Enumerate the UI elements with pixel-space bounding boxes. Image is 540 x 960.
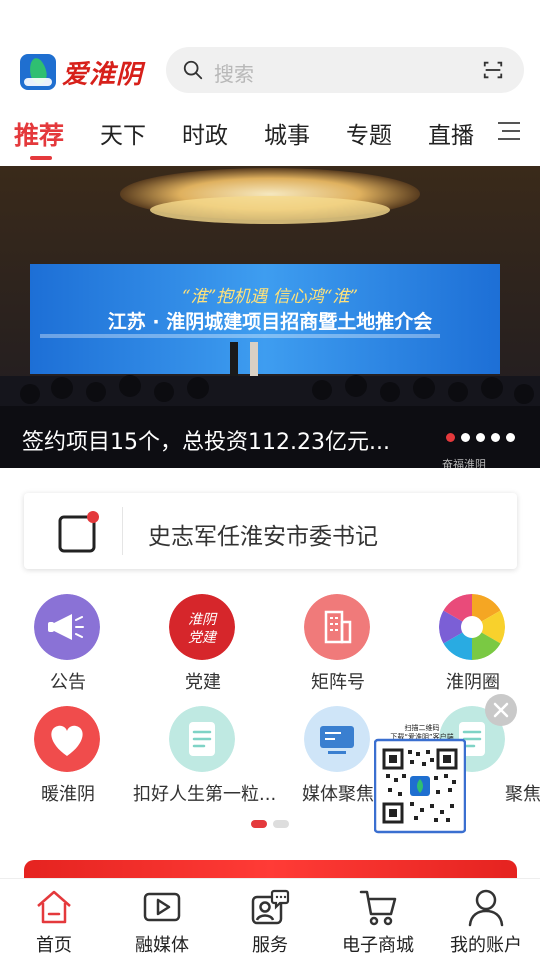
tab-city[interactable]: 城事 [264,116,310,150]
svg-text:党建: 党建 [188,630,218,646]
grid-page-dot[interactable] [273,820,289,828]
tab-live[interactable]: 直播 [428,116,474,150]
grid-label: 扣好人生第一粒... [133,784,277,805]
cart-icon [359,890,397,926]
nav-service[interactable]: 服务 [216,879,324,960]
tab-politics[interactable]: 时政 [182,116,228,150]
grid-item-warm[interactable]: 暖淮阴 [0,706,138,806]
grid-label: 公告 [50,672,86,693]
tab-active-indicator [30,156,52,160]
menu-icon[interactable] [496,120,522,142]
nav-label: 我的账户 [450,935,522,956]
notification-icon [58,511,99,553]
nav-home[interactable]: 首页 [0,879,108,960]
notice-headline: 史志军任淮安市委书记 [148,524,378,550]
aperture-icon [439,594,505,660]
tab-special[interactable]: 专题 [346,116,392,150]
grid-label: 党建 [185,672,221,693]
headline-notice-card[interactable]: 史志军任淮安市委书记 [24,493,517,569]
document-icon [169,706,235,772]
app-logo[interactable]: 爱淮阴 [20,52,150,92]
tab-recommend[interactable]: 推荐 [14,116,64,152]
nav-label: 首页 [36,935,72,956]
banner-dot[interactable] [491,433,500,442]
banner-dot[interactable] [476,433,485,442]
category-tabs: 推荐 天下 时政 城事 专题 直播 [0,112,540,162]
banner-dot[interactable] [506,433,515,442]
banner-watermark: 奋福淮阴 [442,458,486,468]
scan-icon[interactable] [482,59,504,81]
building-icon [304,594,370,660]
megaphone-icon [34,594,100,660]
service-chat-icon [251,889,290,925]
grid-item-first-button[interactable]: 扣好人生第一粒... [133,706,277,806]
app-header: 爱淮阴 搜索 [0,44,540,96]
banner-photo: “淮”抱机遇 信心鸿“淮” 江苏 · 淮阴城建项目招商暨土地推介会 [0,166,540,468]
grid-page-dot[interactable] [251,820,267,828]
bottom-navigation: 首页 融媒体 服务 电子商城 我的账户 [0,878,540,960]
grid-item-circle[interactable]: 淮阴圈 [403,594,540,694]
nav-label: 融媒体 [135,935,189,956]
logo-text: 爱淮阴 [62,59,144,90]
close-button[interactable] [485,694,517,726]
banner-pagination [446,433,515,442]
grid-item-matrix[interactable]: 矩阵号 [268,594,408,694]
search-icon [183,60,203,80]
monitor-icon [304,706,370,772]
nav-media[interactable]: 融媒体 [108,879,216,960]
home-icon [37,890,71,924]
search-bar[interactable]: 搜索 [166,47,524,93]
grid-label: 淮阴圈 [446,672,500,693]
divider [122,507,123,555]
close-icon [493,702,509,718]
qr-code-icon[interactable] [374,726,466,834]
tab-world[interactable]: 天下 [100,116,146,150]
promo-banner-strip[interactable] [24,860,517,878]
nav-label: 服务 [252,935,288,956]
banner-headline: 签约项目15个，总投资112.23亿元... [22,430,390,455]
nav-mall[interactable]: 电子商城 [324,879,432,960]
banner-dot[interactable] [461,433,470,442]
grid-item-party[interactable]: 淮阴 党建 党建 [133,594,273,694]
nav-label: 电子商城 [342,935,414,956]
user-icon [468,889,504,927]
grid-label: 矩阵号 [311,672,365,693]
grid-item-announcement[interactable]: 公告 [0,594,138,694]
heart-icon [34,706,100,772]
video-icon [143,892,181,922]
party-building-icon: 淮阴 党建 [169,594,235,660]
screen-title: 江苏 · 淮阴城建项目招商暨土地推介会 [108,310,432,333]
logo-mark [20,54,56,90]
screen-slogan: “淮”抱机遇 信心鸿“淮” [182,287,358,307]
grid-label: 暖淮阴 [41,784,95,805]
news-banner[interactable]: “淮”抱机遇 信心鸿“淮” 江苏 · 淮阴城建项目招商暨土地推介会 签约项目15… [0,166,540,468]
nav-account[interactable]: 我的账户 [432,879,540,960]
banner-dot[interactable] [446,433,455,442]
svg-text:淮阴: 淮阴 [188,612,218,628]
search-placeholder: 搜索 [214,62,254,86]
